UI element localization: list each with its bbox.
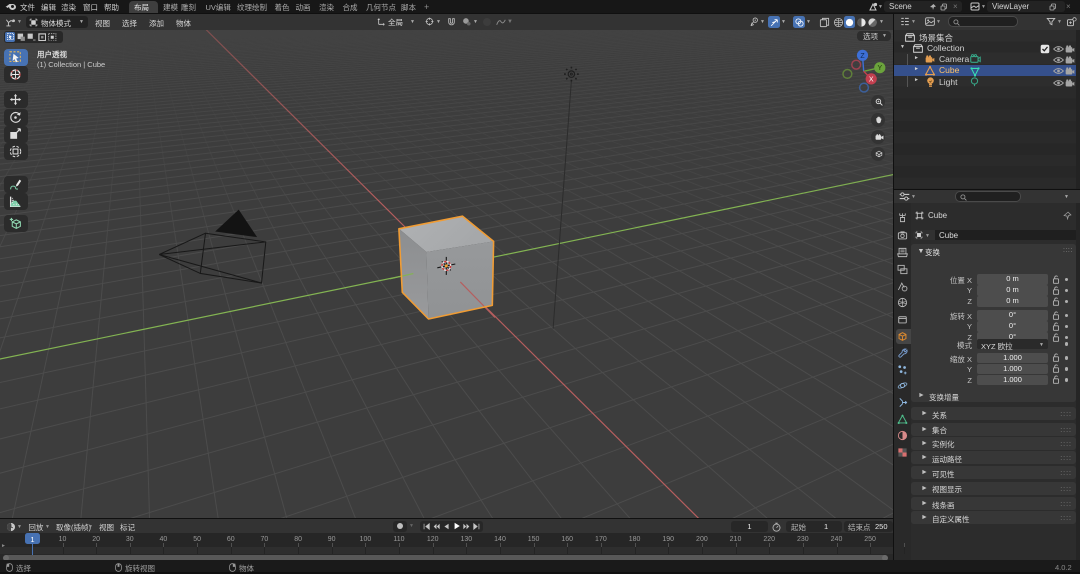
svg-text:Y: Y — [877, 65, 882, 72]
svg-text:X: X — [869, 76, 874, 83]
svg-text:Z: Z — [860, 53, 865, 60]
